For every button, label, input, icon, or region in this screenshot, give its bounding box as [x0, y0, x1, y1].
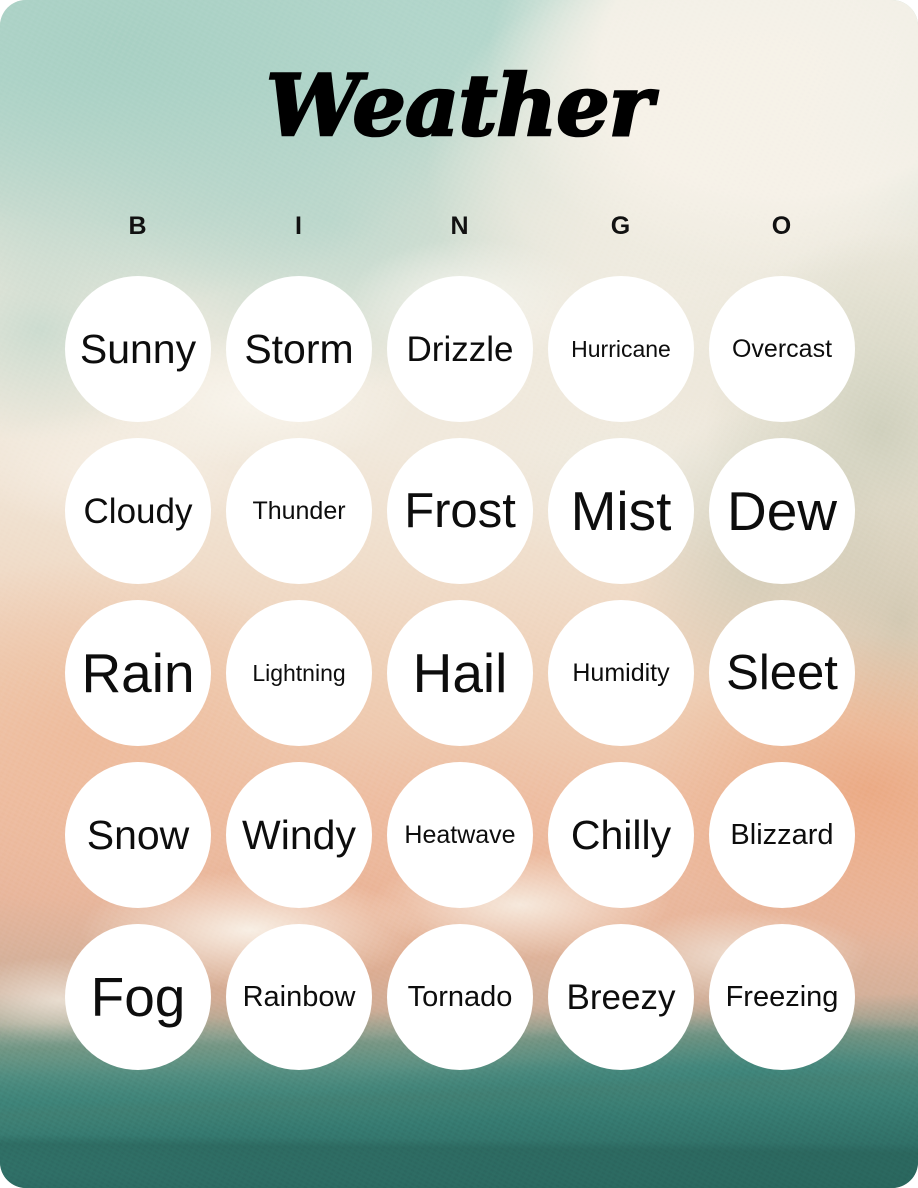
bingo-cell[interactable]: Freezing	[709, 924, 855, 1070]
bingo-cell[interactable]: Hurricane	[548, 276, 694, 422]
bingo-cell-label: Blizzard	[730, 818, 834, 851]
bingo-cell[interactable]: Sunny	[65, 276, 211, 422]
bingo-cell-label: Sunny	[79, 325, 197, 372]
bingo-cell-label: Fog	[90, 965, 186, 1028]
bingo-cell[interactable]: Rainbow	[226, 924, 372, 1070]
bingo-cell-label: Frost	[404, 483, 516, 538]
bingo-cell-label: Windy	[242, 811, 356, 858]
bingo-cell[interactable]: Snow	[65, 762, 211, 908]
bingo-cell-label: Heatwave	[404, 820, 516, 849]
bingo-cell-label: Storm	[244, 325, 354, 372]
bingo-header-letter-i: I	[295, 212, 303, 240]
bingo-cell[interactable]: Fog	[65, 924, 211, 1070]
bingo-grid: Sunny Storm Drizzle Hurricane Overcast Cloudy…	[65, 276, 855, 1070]
bingo-cell[interactable]: Frost	[387, 438, 533, 584]
bingo-cell[interactable]: Overcast	[709, 276, 855, 422]
bingo-cell-label: Lightning	[252, 659, 346, 686]
bingo-cell[interactable]: Humidity	[548, 600, 694, 746]
bingo-row: Fog Rainbow Tornado Breezy Freezing	[65, 924, 855, 1070]
bingo-header-row: BINGO	[65, 212, 855, 241]
bingo-cell[interactable]: Hail	[387, 600, 533, 746]
bingo-cell-label: Rainbow	[242, 980, 356, 1013]
bingo-cell-label: Humidity	[572, 658, 670, 687]
bingo-cell-label: Thunder	[252, 496, 346, 525]
bingo-cell[interactable]: Heatwave	[387, 762, 533, 908]
bingo-header-letter-g: G	[610, 212, 632, 240]
bingo-cell[interactable]: Mist	[548, 438, 694, 584]
bingo-cell-label: Overcast	[731, 334, 833, 363]
bingo-cell[interactable]: Cloudy	[65, 438, 211, 584]
bingo-cell[interactable]: Dew	[709, 438, 855, 584]
bingo-row: Sunny Storm Drizzle Hurricane Overcast	[65, 276, 855, 422]
bingo-header-letter-o: O	[771, 212, 793, 240]
bingo-cell[interactable]: Lightning	[226, 600, 372, 746]
card-content: Weather B I N G O Sunny Storm Drizzle Hurricane…	[0, 0, 918, 1188]
bingo-cell[interactable]: Drizzle	[387, 276, 533, 422]
bingo-cell[interactable]: Rain	[65, 600, 211, 746]
bingo-header-letter-n: N	[450, 212, 470, 240]
bingo-card: Weather B I N G O Sunny Storm Drizzle Hurricane…	[0, 0, 918, 1188]
bingo-cell-label: Snow	[86, 811, 190, 858]
bingo-cell-label: Dew	[726, 479, 838, 542]
bingo-cell[interactable]: Breezy	[548, 924, 694, 1070]
bingo-cell-label: Cloudy	[83, 491, 193, 531]
bingo-cell[interactable]: Sleet	[709, 600, 855, 746]
page-title: Weather	[265, 56, 654, 155]
bingo-cell-label: Tornado	[407, 980, 513, 1013]
bingo-cell-label: Freezing	[725, 980, 839, 1013]
bingo-row: Snow Windy Heatwave Chilly Blizzard	[65, 762, 855, 908]
bingo-cell[interactable]: Storm	[226, 276, 372, 422]
bingo-cell-label: Chilly	[570, 811, 672, 858]
bingo-cell-label: Rain	[81, 641, 195, 704]
bingo-cell-label: Breezy	[566, 977, 676, 1017]
bingo-cell[interactable]: Blizzard	[709, 762, 855, 908]
bingo-cell[interactable]: Windy	[226, 762, 372, 908]
bingo-cell[interactable]: Tornado	[387, 924, 533, 1070]
bingo-cell-label: Hail	[412, 641, 508, 704]
bingo-header-letter-b: B	[128, 212, 148, 240]
bingo-row: Rain Lightning Hail Humidity Sleet	[65, 600, 855, 746]
bingo-cell[interactable]: Thunder	[226, 438, 372, 584]
bingo-cell-label: Hurricane	[571, 335, 671, 362]
bingo-cell-label: Drizzle	[406, 329, 514, 369]
bingo-cell[interactable]: Chilly	[548, 762, 694, 908]
bingo-cell-label: Mist	[570, 479, 672, 542]
bingo-cell-label: Sleet	[726, 645, 838, 700]
bingo-row: Cloudy Thunder Frost Mist Dew	[65, 438, 855, 584]
